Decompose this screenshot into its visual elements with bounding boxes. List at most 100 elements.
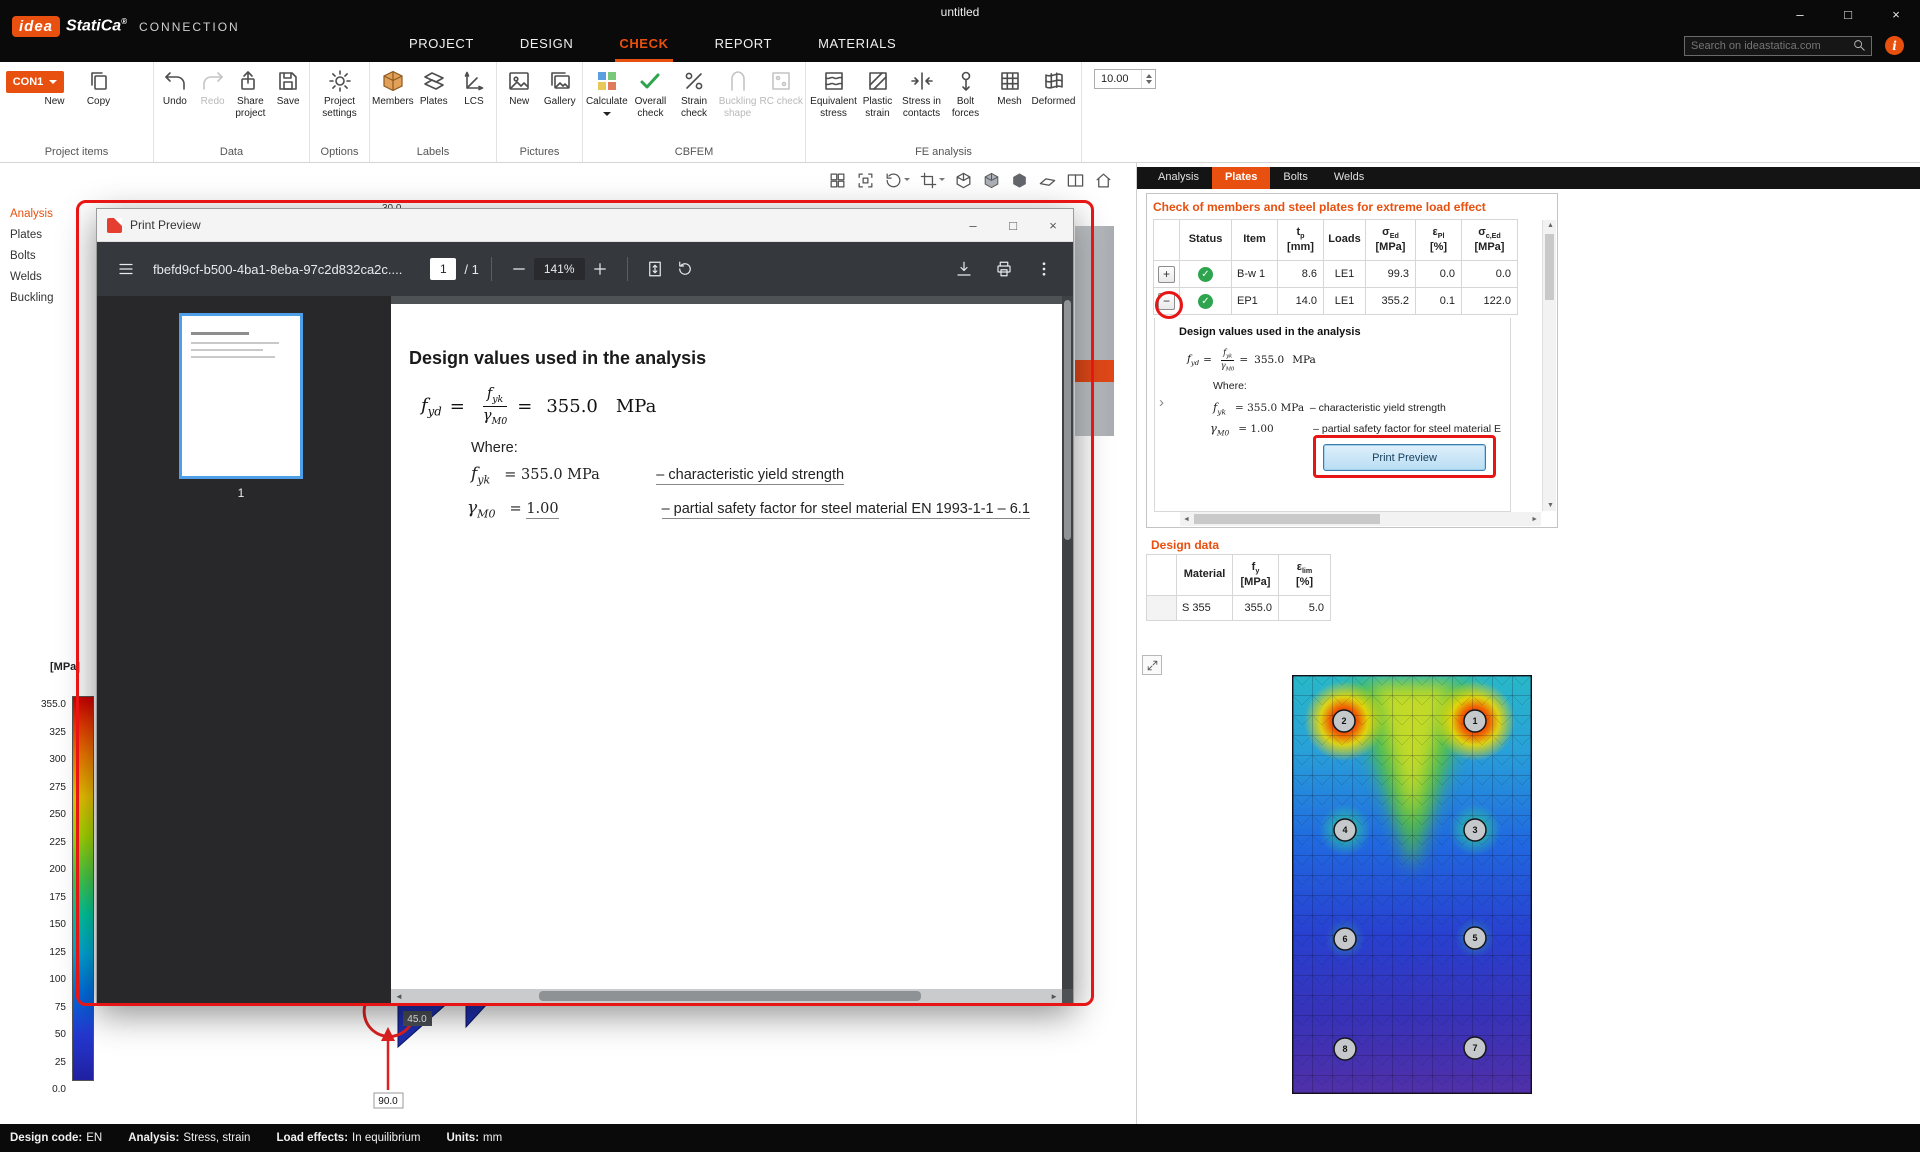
zoom-level[interactable]: 141%	[534, 258, 585, 280]
expand-row-button[interactable]: +	[1158, 266, 1175, 283]
ribbon-share-project-button[interactable]: Share project	[232, 66, 270, 119]
rotate-view-icon[interactable]	[884, 171, 910, 190]
expand-view-icon[interactable]	[1142, 655, 1162, 675]
tab-analysis[interactable]: Analysis	[1145, 167, 1212, 189]
menu-tab-materials[interactable]: MATERIALS	[814, 30, 900, 62]
ribbon-button-label: Deformed	[1032, 96, 1076, 108]
ribbon-plates-button[interactable]: Plates	[414, 66, 454, 108]
row-selector-cell	[1146, 595, 1177, 621]
fit-view-icon[interactable]	[856, 171, 875, 190]
chevron-down-icon	[603, 112, 611, 120]
page-number-input[interactable]: 1	[430, 258, 456, 280]
scroll-up-icon: ▲	[1547, 222, 1554, 229]
plastic-strain-icon	[866, 69, 890, 93]
sidebar-item-plates[interactable]: Plates	[10, 229, 53, 250]
info-button[interactable]: i	[1885, 36, 1904, 55]
zoom-in-icon[interactable]	[585, 254, 615, 284]
search-icon[interactable]	[1852, 38, 1868, 54]
page-thumbnail[interactable]	[182, 316, 300, 476]
menu-tab-design[interactable]: DESIGN	[516, 30, 577, 62]
iso-view-icon[interactable]	[954, 171, 973, 190]
ribbon-overall-check-button[interactable]: Overall check	[629, 66, 673, 119]
moment-value: 45.0	[407, 1014, 427, 1025]
spinner-arrows[interactable]	[1141, 70, 1155, 88]
home-view-icon[interactable]	[1094, 171, 1113, 190]
chevron-right-icon[interactable]: ›	[1159, 394, 1164, 411]
minimize-icon[interactable]: –	[1776, 0, 1824, 29]
fem-mesh-plot[interactable]: 21436587	[1292, 675, 1532, 1094]
hamburger-menu-icon[interactable]	[111, 254, 141, 284]
dialog-titlebar[interactable]: Print Preview – □ ×	[97, 209, 1073, 242]
collapse-row-button[interactable]: −	[1158, 293, 1175, 310]
pdf-vertical-scrollbar[interactable]	[1062, 296, 1073, 989]
plane-view-icon[interactable]	[1038, 171, 1057, 190]
sidebar-item-buckling[interactable]: Buckling	[10, 292, 53, 313]
print-preview-button[interactable]: Print Preview	[1323, 444, 1486, 471]
sidebar-item-welds[interactable]: Welds	[10, 271, 53, 292]
spin-up-icon	[1146, 71, 1152, 78]
ribbon-plastic-strain-button[interactable]: Plastic strain	[856, 66, 900, 119]
menu-tab-check[interactable]: CHECK	[615, 30, 672, 62]
pdf-horizontal-scrollbar[interactable]: ◄ ►	[391, 989, 1062, 1003]
force-value: 90.0	[378, 1096, 398, 1107]
app-logo: idea StatiCa® CONNECTION	[12, 16, 240, 37]
sidebar-item-bolts[interactable]: Bolts	[10, 250, 53, 271]
download-icon[interactable]	[949, 254, 979, 284]
redo-icon	[201, 69, 225, 93]
search-input[interactable]	[1685, 40, 1852, 52]
tab-bolts[interactable]: Bolts	[1270, 167, 1320, 189]
menu-tab-project[interactable]: PROJECT	[405, 30, 478, 62]
ribbon-gallery-button[interactable]: Gallery	[540, 66, 581, 108]
fit-to-page-icon[interactable]	[640, 254, 670, 284]
ribbon-mesh-button[interactable]: Mesh	[988, 66, 1032, 108]
ribbon-lcs-button[interactable]: LCS	[454, 66, 494, 108]
project-selector-dropdown[interactable]: CON1	[6, 71, 64, 93]
ribbon-deformed-button[interactable]: Deformed	[1032, 66, 1076, 108]
sidebar-item-analysis[interactable]: Analysis	[10, 208, 53, 229]
ribbon-project-settings-button[interactable]: Project settings	[318, 66, 362, 119]
ribbon-new-button[interactable]: New	[499, 66, 540, 108]
zoom-out-icon[interactable]	[504, 254, 534, 284]
ribbon-equivalent-stress-button[interactable]: Equivalent stress	[812, 66, 856, 119]
tab-plates[interactable]: Plates	[1212, 167, 1270, 189]
deformed-icon	[1042, 69, 1066, 93]
dialog-minimize-icon[interactable]: –	[953, 209, 993, 241]
check-horizontal-scrollbar[interactable]: ◄ ►	[1180, 512, 1541, 526]
front-view-icon[interactable]	[982, 171, 1001, 190]
more-options-icon[interactable]	[1029, 254, 1059, 284]
check-vertical-scrollbar[interactable]: ▲ ▼	[1542, 220, 1556, 511]
bolt-marker: 6	[1334, 928, 1356, 950]
ribbon-undo-button[interactable]: Undo	[156, 66, 194, 108]
status-bar: Design code:ENAnalysis:Stress, strainLoa…	[0, 1124, 1920, 1152]
ribbon-bolt-forces-button[interactable]: Bolt forces	[944, 66, 988, 119]
ribbon-strain-check-button[interactable]: Strain check	[672, 66, 716, 119]
dialog-close-icon[interactable]: ×	[1033, 209, 1073, 241]
strain-check-icon	[682, 69, 706, 93]
ribbon-button-label: Undo	[163, 96, 187, 108]
column-header-c-ed: σc,Ed[MPa]	[1461, 219, 1518, 261]
ribbon-stress-in-contacts-button[interactable]: Stress in contacts	[900, 66, 944, 119]
column-header-loads: Loads	[1323, 219, 1366, 261]
ribbon-calculate-button[interactable]: Calculate	[585, 66, 629, 120]
clip-view-icon[interactable]	[919, 171, 945, 190]
maximize-icon[interactable]: □	[1824, 0, 1872, 29]
grid-view-icon[interactable]	[828, 171, 847, 190]
plates-icon	[422, 69, 446, 93]
close-icon[interactable]: ×	[1872, 0, 1920, 29]
ribbon-group-label: Options	[312, 144, 367, 162]
dialog-maximize-icon[interactable]: □	[993, 209, 1033, 241]
scale-spinner[interactable]: 10.00	[1094, 69, 1156, 89]
pdf-document-area[interactable]: Design values used in the analysis fyd =…	[391, 296, 1073, 1003]
tab-welds[interactable]: Welds	[1321, 167, 1377, 189]
ribbon-copy-button[interactable]: Copy	[77, 66, 121, 108]
cell-item: EP1	[1231, 287, 1278, 315]
rotate-page-icon[interactable]	[670, 254, 700, 284]
bolt-number: 8	[1342, 1044, 1347, 1054]
print-icon[interactable]	[989, 254, 1019, 284]
ribbon-save-button[interactable]: Save	[269, 66, 307, 108]
solid-view-icon[interactable]	[1010, 171, 1029, 190]
menu-tab-report[interactable]: REPORT	[711, 30, 777, 62]
ribbon-members-button[interactable]: Members	[372, 66, 414, 108]
bolt-marker: 2	[1333, 710, 1355, 732]
split-view-icon[interactable]	[1066, 171, 1085, 190]
